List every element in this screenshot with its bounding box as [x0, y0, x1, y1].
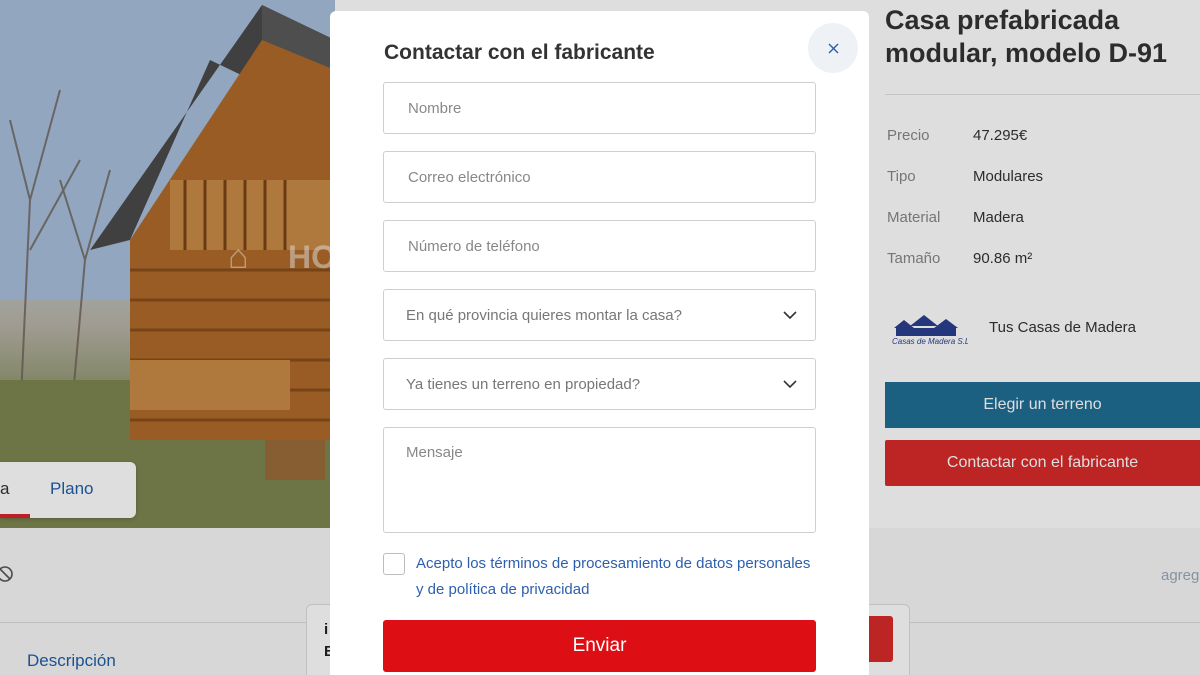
contact-modal: Contactar con el fabricante En qué provi… [330, 11, 869, 675]
chevron-down-icon [783, 380, 797, 388]
terms-checkbox[interactable] [383, 553, 405, 575]
land-select[interactable]: Ya tienes un terreno en propiedad? [383, 358, 816, 410]
name-input[interactable] [408, 83, 791, 133]
province-select-value: En qué provincia quieres montar la casa? [406, 306, 682, 324]
email-input[interactable] [408, 152, 791, 202]
name-field [383, 82, 816, 134]
terms-link[interactable]: Acepto los términos de procesamiento de … [416, 551, 816, 603]
email-field [383, 151, 816, 203]
modal-title: Contactar con el fabricante [384, 41, 655, 64]
land-select-value: Ya tienes un terreno en propiedad? [406, 375, 641, 393]
province-select[interactable]: En qué provincia quieres montar la casa? [383, 289, 816, 341]
phone-field [383, 220, 816, 272]
message-textarea[interactable]: Mensaje [383, 427, 816, 533]
message-placeholder: Mensaje [406, 444, 463, 461]
close-icon [828, 43, 838, 53]
close-button[interactable] [808, 23, 858, 73]
phone-input[interactable] [408, 221, 791, 271]
send-button[interactable]: Enviar [383, 620, 816, 672]
chevron-down-icon [783, 311, 797, 319]
